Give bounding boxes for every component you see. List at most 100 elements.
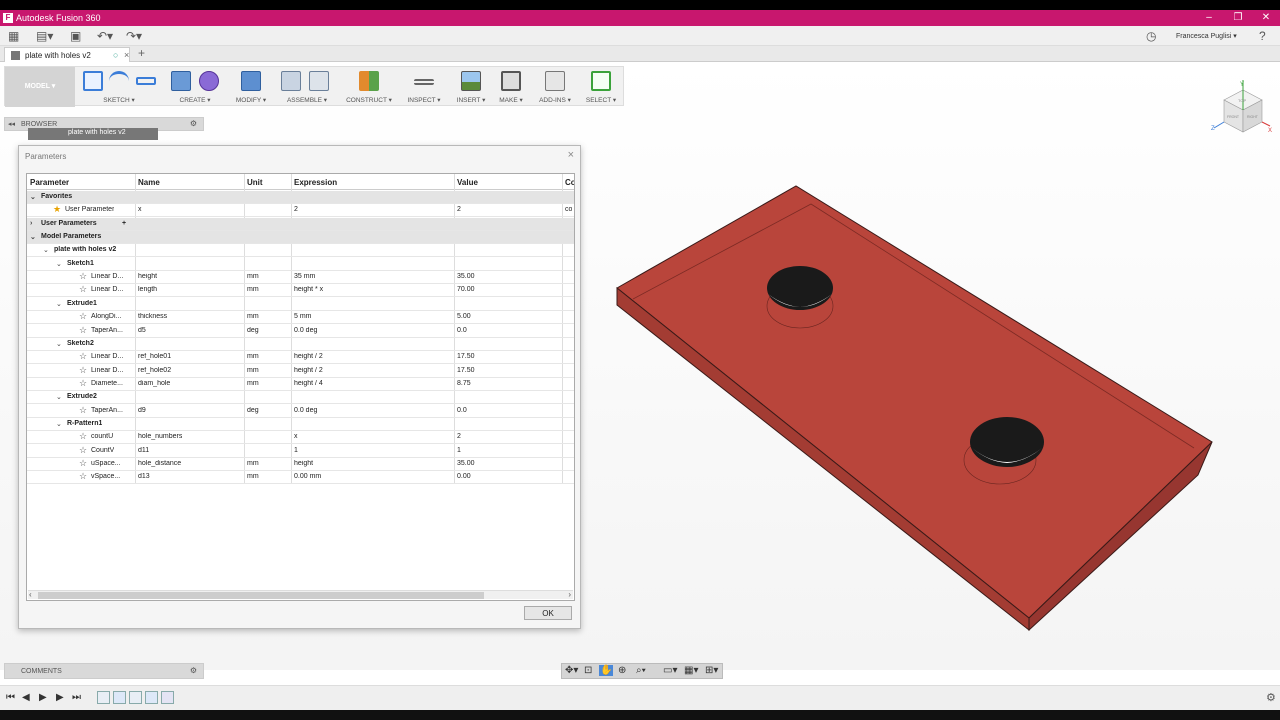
new-tab-button[interactable]: + xyxy=(138,46,145,60)
assemble-group[interactable]: ASSEMBLE ▾ xyxy=(277,67,337,107)
col-parameter[interactable]: Parameter xyxy=(30,178,69,187)
expand-toggle-icon[interactable]: ⌄ xyxy=(56,340,62,348)
construct-group[interactable]: CONSTRUCT ▾ xyxy=(341,67,397,107)
group-row[interactable]: ⌄ Extrude2 xyxy=(27,391,574,405)
collapse-browser-icon[interactable]: ◂◂ xyxy=(8,120,15,128)
name-cell[interactable]: ref_hole01 xyxy=(138,353,171,360)
modify-group[interactable]: MODIFY ▾ xyxy=(231,67,271,107)
expression-cell[interactable]: 0.0 deg xyxy=(294,327,317,334)
expand-toggle-icon[interactable]: ⌄ xyxy=(56,420,62,428)
view-cube[interactable]: Y Z X TOP FRONT RIGHT xyxy=(1210,78,1276,144)
table-row[interactable]: ☆ TaperAn... d9 deg 0.0 deg 0.0 xyxy=(27,405,574,418)
favorite-star-icon[interactable]: ☆ xyxy=(79,271,87,282)
favorite-star-icon[interactable]: ☆ xyxy=(79,284,87,295)
go-to-end-icon[interactable]: ⏭ xyxy=(72,692,81,703)
name-cell[interactable]: hole_distance xyxy=(138,460,181,467)
expression-cell[interactable]: height / 2 xyxy=(294,353,323,360)
close-window-icon[interactable]: ✕ xyxy=(1259,12,1273,23)
sketch-group[interactable]: SKETCH ▾ xyxy=(79,67,159,107)
expression-cell[interactable]: 1 xyxy=(294,447,298,454)
expand-toggle-icon[interactable]: ⌄ xyxy=(43,246,49,254)
favorite-star-icon[interactable]: ☆ xyxy=(79,351,87,362)
table-row[interactable]: ☆ vSpace... d13 mm 0.00 mm 0.00 xyxy=(27,471,574,485)
group-row[interactable]: ⌄ Extrude1 xyxy=(27,298,574,311)
expand-toggle-icon[interactable]: ⌄ xyxy=(56,300,62,308)
comments-settings-icon[interactable]: ⚙ xyxy=(190,666,197,675)
name-cell[interactable]: ref_hole02 xyxy=(138,367,171,374)
col-unit[interactable]: Unit xyxy=(247,178,263,187)
undo-icon[interactable]: ↶▾ xyxy=(97,29,113,43)
expression-cell[interactable]: 5 mm xyxy=(294,313,312,320)
table-row[interactable]: ☆ countU hole_numbers x 2 xyxy=(27,431,574,445)
orbit-icon[interactable]: ✥▾ xyxy=(565,665,578,676)
zoom-icon[interactable]: ⌕▾ xyxy=(636,665,646,676)
table-row[interactable]: ☆ AlongDi... thickness mm 5 mm 5.00 xyxy=(27,311,574,325)
expression-cell[interactable]: 35 mm xyxy=(294,273,315,280)
group-row[interactable]: ⌄ Sketch1 xyxy=(27,258,574,271)
ok-button[interactable]: OK xyxy=(524,606,572,620)
inspect-group[interactable]: INSPECT ▾ xyxy=(401,67,447,107)
expression-cell[interactable]: height * x xyxy=(294,286,323,293)
group-row[interactable]: ⌄ plate with holes v2 xyxy=(27,244,574,258)
col-expression[interactable]: Expression xyxy=(294,178,337,187)
comment-cell[interactable]: co xyxy=(565,206,572,213)
display-settings-icon[interactable]: ▭▾ xyxy=(663,665,677,676)
restore-icon[interactable]: ❐ xyxy=(1231,12,1245,23)
help-icon[interactable]: ? xyxy=(1259,29,1266,43)
expand-toggle-icon[interactable]: › xyxy=(30,220,32,227)
play-icon[interactable]: ▶ xyxy=(39,692,47,703)
hole-1[interactable] xyxy=(767,266,833,310)
workspace-switcher[interactable]: MODEL ▾ xyxy=(5,67,75,107)
timeline-pattern-icon[interactable] xyxy=(161,691,174,704)
rectangle-icon[interactable] xyxy=(136,77,156,85)
col-value[interactable]: Value xyxy=(457,178,478,187)
table-row[interactable]: ☆ Linear D... height mm 35 mm 35.00 xyxy=(27,271,574,285)
expand-toggle-icon[interactable]: ⌄ xyxy=(56,260,62,268)
dialog-close-icon[interactable]: × xyxy=(568,149,574,161)
table-row[interactable]: ☆ Linear D... ref_hole02 mm height / 2 17.50 xyxy=(27,365,574,378)
name-cell[interactable]: d11 xyxy=(138,447,149,454)
go-to-start-icon[interactable]: ⏮ xyxy=(6,692,15,703)
browser-root-node[interactable]: plate with holes v2 xyxy=(28,128,158,140)
user-account-menu[interactable]: Francesca Puglisi ▾ xyxy=(1176,32,1237,40)
favorite-star-icon[interactable]: ☆ xyxy=(79,471,87,482)
form-icon[interactable] xyxy=(199,71,219,91)
col-comment[interactable]: Co xyxy=(565,178,574,187)
hole-2[interactable] xyxy=(970,417,1044,467)
scroll-right-icon[interactable]: › xyxy=(568,590,571,599)
favorite-star-icon[interactable]: ★ xyxy=(53,204,61,215)
measure-icon[interactable] xyxy=(414,79,434,85)
document-tab[interactable]: plate with holes v2 ○ × xyxy=(4,47,130,62)
data-panel-grid-icon[interactable]: ▦ xyxy=(8,29,19,43)
plate-top-face[interactable] xyxy=(616,185,1213,619)
expression-cell[interactable]: 0.00 mm xyxy=(294,473,321,480)
minimize-icon[interactable]: – xyxy=(1202,12,1216,23)
name-cell[interactable]: diam_hole xyxy=(138,380,170,387)
3d-print-icon[interactable] xyxy=(501,71,521,91)
expression-cell[interactable]: height xyxy=(294,460,313,467)
scroll-left-icon[interactable]: ‹ xyxy=(29,590,32,599)
timeline-settings-icon[interactable]: ⚙ xyxy=(1266,691,1276,704)
insert-image-icon[interactable] xyxy=(461,71,481,91)
group-row[interactable]: ⌄ Sketch2 xyxy=(27,338,574,351)
name-cell[interactable]: d5 xyxy=(138,327,146,334)
add-ins-group[interactable]: ADD-INS ▾ xyxy=(533,67,577,107)
favorite-star-icon[interactable]: ☆ xyxy=(79,365,87,376)
table-row[interactable]: ★ User Parameter x 2 2 co xyxy=(27,204,574,218)
table-row[interactable]: ☆ uSpace... hole_distance mm height 35.00 xyxy=(27,458,574,471)
plate-model[interactable] xyxy=(600,180,1230,640)
timeline-sketch1-icon[interactable] xyxy=(97,691,110,704)
job-status-clock-icon[interactable]: ◷ xyxy=(1146,29,1156,43)
expression-cell[interactable]: height / 4 xyxy=(294,380,323,387)
offset-plane-icon[interactable] xyxy=(359,71,379,91)
table-row[interactable]: ☆ Diamete... diam_hole mm height / 4 8.75 xyxy=(27,378,574,391)
expand-toggle-icon[interactable]: ⌄ xyxy=(30,233,36,241)
pan-hand-icon[interactable]: ✋ xyxy=(599,665,614,676)
expand-toggle-icon[interactable]: ⌄ xyxy=(56,393,62,401)
timeline-extrude1-icon[interactable] xyxy=(113,691,126,704)
new-component-icon[interactable] xyxy=(281,71,301,91)
col-name[interactable]: Name xyxy=(138,178,160,187)
expand-toggle-icon[interactable]: ⌄ xyxy=(30,193,36,201)
close-tab-icon[interactable]: × xyxy=(124,50,129,60)
favorite-star-icon[interactable]: ☆ xyxy=(79,325,87,336)
